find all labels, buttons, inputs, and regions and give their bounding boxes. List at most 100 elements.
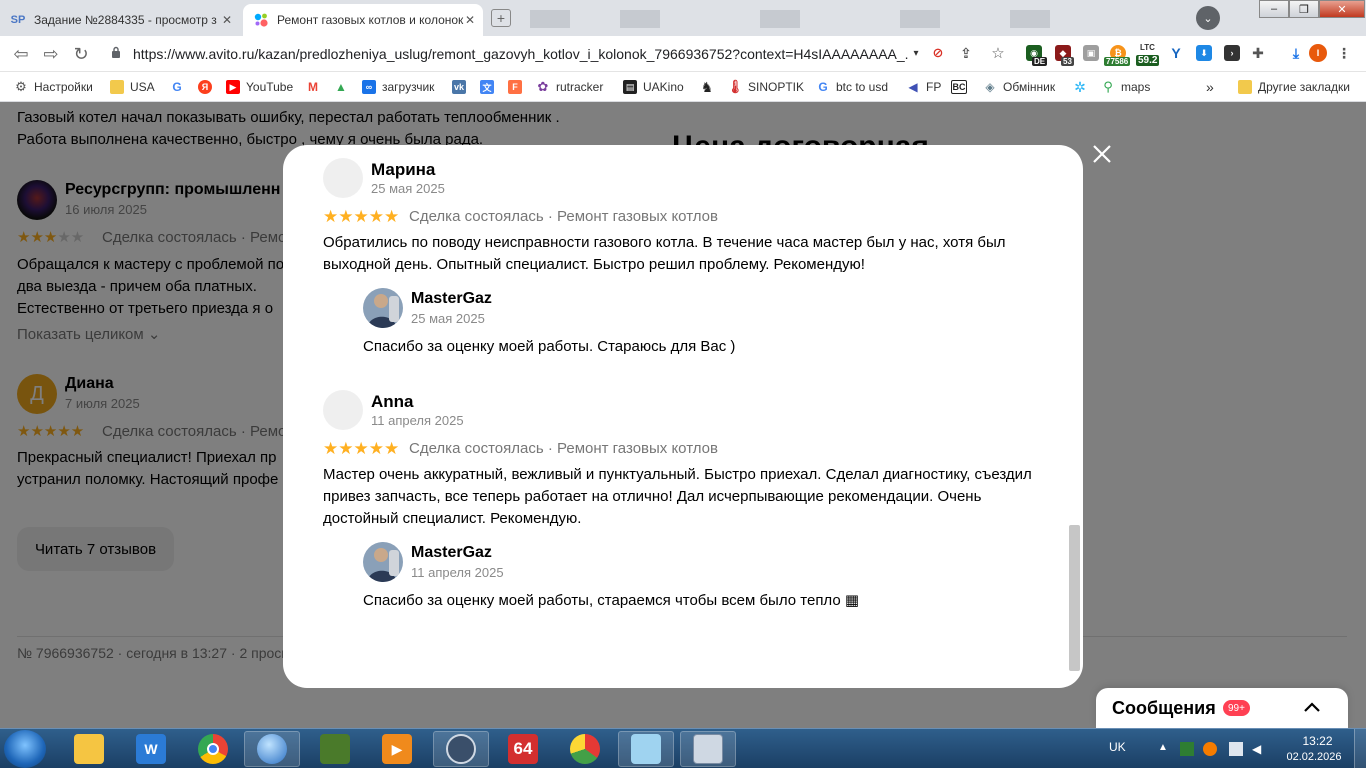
rating-stars: ★★★★★: [323, 207, 400, 226]
bookmarks-more[interactable]: »: [1206, 72, 1214, 102]
window-close-button[interactable]: ✕: [1319, 0, 1365, 18]
url-field[interactable]: https://www.avito.ru/kazan/predlozheniya…: [133, 46, 908, 62]
reviewer-name[interactable]: Марина: [371, 160, 435, 180]
bookmark-loader[interactable]: ∞ загрузчик: [362, 72, 434, 102]
tray-arrow-icon[interactable]: ▲: [1158, 742, 1172, 756]
taskbar-notes[interactable]: [618, 731, 674, 767]
taskbar-clock[interactable]: [433, 731, 489, 767]
bookmark-snow[interactable]: ✲: [1073, 72, 1093, 102]
bookmark-maps[interactable]: ⚲ maps: [1101, 72, 1150, 102]
bookmark-youtube[interactable]: ▶ YouTube: [226, 72, 293, 102]
bookmark-rutracker[interactable]: ✿ rutracker: [536, 72, 604, 102]
review-text: Обратились по поводу неисправности газов…: [323, 234, 1006, 273]
ghost-tab[interactable]: [900, 10, 940, 28]
other-bookmarks[interactable]: Другие закладки: [1238, 72, 1350, 102]
taskbar-media[interactable]: ▶: [369, 731, 425, 767]
bookmark-drive[interactable]: ▲: [334, 72, 354, 102]
messages-panel[interactable]: Сообщения 99+: [1096, 688, 1348, 728]
chevron-up-icon[interactable]: [1302, 698, 1322, 718]
tray-network-icon[interactable]: [1229, 742, 1243, 756]
bookmark-star-icon[interactable]: ☆: [990, 45, 1006, 62]
bookmark-chess[interactable]: ♞: [700, 72, 720, 102]
chess-icon: ♞: [700, 78, 714, 95]
dropdown-arrow-icon[interactable]: ▾: [908, 45, 924, 61]
tray-rss-icon[interactable]: [1203, 742, 1217, 756]
seller-name[interactable]: MasterGaz: [411, 544, 492, 562]
taskbar-game[interactable]: [307, 731, 363, 767]
tab-task[interactable]: SP Задание №2884335 - просмотр з ✕: [0, 4, 240, 36]
taskbar-calculator[interactable]: [680, 731, 736, 767]
reload-button[interactable]: ↻: [70, 44, 92, 64]
rutracker-icon: ✿: [537, 79, 549, 94]
ghost-tab[interactable]: [1010, 10, 1050, 28]
close-icon[interactable]: [1090, 142, 1114, 166]
avatar[interactable]: [323, 158, 363, 198]
taskbar-aida64[interactable]: 64: [495, 731, 551, 767]
taskbar-chrome[interactable]: [185, 731, 241, 767]
bookmark-f[interactable]: F: [508, 72, 528, 102]
y-extension-icon[interactable]: Y: [1168, 45, 1184, 61]
show-desktop-button[interactable]: [1354, 729, 1366, 768]
clock-time[interactable]: 13:22: [1290, 734, 1345, 748]
ghost-tab[interactable]: [530, 10, 570, 28]
bookmark-btc[interactable]: Gbtc to usd: [816, 72, 888, 102]
seller-avatar[interactable]: [363, 288, 403, 328]
bookmarks-bar: ⚙ Настройки USA G Я ▶ YouTube M ▲ ∞ загрузч…: [0, 72, 1366, 102]
chrome-icon: [198, 734, 228, 764]
bookmark-yandex[interactable]: Я: [198, 72, 218, 102]
bookmark-google[interactable]: G: [170, 72, 190, 102]
tab-avito[interactable]: Ремонт газовых котлов и колонок ✕: [243, 4, 483, 36]
shield-icon: W: [136, 734, 166, 764]
bookmark-fp[interactable]: ◀ FP: [906, 72, 941, 102]
tray-app-icon[interactable]: [1180, 742, 1194, 756]
downloads-icon[interactable]: ⤓: [1288, 45, 1304, 61]
bookmark-translate[interactable]: 文: [480, 72, 500, 102]
ghost-tab[interactable]: [620, 10, 660, 28]
back-button[interactable]: ⇦: [10, 44, 32, 64]
bookmark-bc[interactable]: BC: [951, 72, 973, 102]
taskbar-shield[interactable]: W: [123, 731, 179, 767]
menu-icon[interactable]: ⋮: [1336, 45, 1352, 61]
clock-date[interactable]: 02.02.2026: [1283, 751, 1345, 763]
ghost-tab[interactable]: [760, 10, 800, 28]
maximize-button[interactable]: ❐: [1289, 0, 1319, 18]
avatar[interactable]: [323, 390, 363, 430]
share-icon[interactable]: ⇪: [958, 45, 974, 61]
scrollbar-thumb[interactable]: [1069, 525, 1080, 671]
language-indicator[interactable]: UK: [1109, 740, 1126, 754]
blocked-icon[interactable]: ⊘: [930, 45, 946, 61]
review-meta: Сделка состоялась · Ремонт газовых котло…: [409, 440, 718, 457]
reviewer-name[interactable]: Anna: [371, 392, 414, 412]
lock-icon[interactable]: [111, 46, 121, 58]
google-icon: G: [818, 80, 828, 94]
close-icon[interactable]: ✕: [465, 13, 475, 27]
bookmark-settings[interactable]: ⚙ Настройки: [14, 72, 93, 102]
f-icon: F: [508, 80, 522, 94]
globe-icon: [257, 734, 287, 764]
arrow-extension-icon[interactable]: ›: [1224, 45, 1240, 61]
forward-button[interactable]: ⇨: [40, 44, 62, 64]
bookmark-gmail[interactable]: M: [306, 72, 326, 102]
tray-volume-icon[interactable]: ◀: [1252, 742, 1266, 756]
bookmark-uakino[interactable]: ▤ UAKino: [623, 72, 684, 102]
tab-search-button[interactable]: ⌄: [1196, 6, 1220, 30]
grey-extension-icon[interactable]: ▣: [1083, 45, 1099, 61]
puzzle-icon[interactable]: ✚: [1250, 45, 1266, 61]
close-icon[interactable]: ✕: [222, 13, 232, 27]
minimize-button[interactable]: ‒: [1259, 0, 1289, 18]
bookmark-usa[interactable]: USA: [110, 72, 155, 102]
new-tab-button[interactable]: +: [491, 9, 511, 27]
taskbar-explorer[interactable]: [61, 731, 117, 767]
bookmark-sinoptik[interactable]: 🌡 SINOPTIK: [727, 72, 804, 102]
start-button[interactable]: [4, 730, 46, 768]
profile-avatar[interactable]: I: [1309, 44, 1327, 62]
download-extension-icon[interactable]: ⬇: [1196, 45, 1212, 61]
reviews-modal: Марина 25 мая 2025 ★★★★★ Сделка состояла…: [283, 145, 1083, 688]
taskbar-chart[interactable]: [557, 731, 613, 767]
bookmark-vk[interactable]: vk: [452, 72, 472, 102]
bookmark-exchange[interactable]: ◈ Обмінник: [983, 72, 1055, 102]
seller-name[interactable]: MasterGaz: [411, 290, 492, 308]
youtube-icon: ▶: [226, 80, 240, 94]
taskbar-globe[interactable]: [244, 731, 300, 767]
seller-avatar[interactable]: [363, 542, 403, 582]
